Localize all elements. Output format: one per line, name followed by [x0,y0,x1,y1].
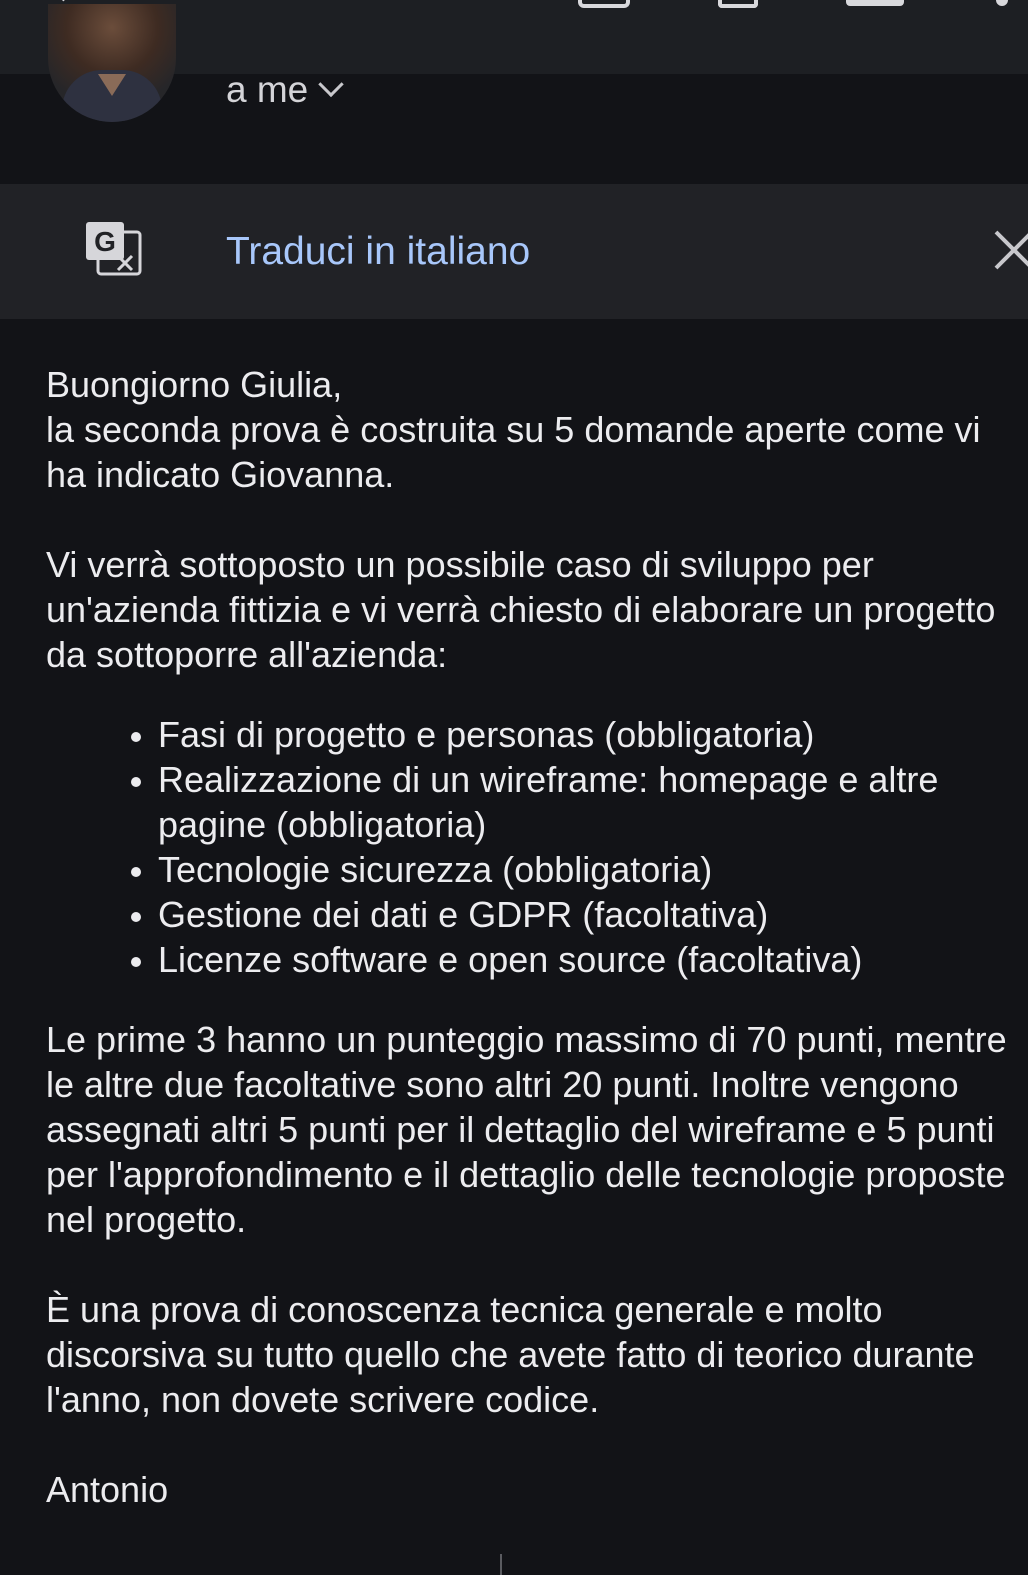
translate-link[interactable]: Traduci in italiano [226,230,530,274]
mark-unread-icon[interactable] [846,0,904,6]
delete-icon[interactable] [718,0,758,8]
question-list: Fasi di progetto e personas (obbligatori… [46,712,1016,982]
list-item: Licenze software e open source (facoltat… [131,937,1016,982]
sender-row: a me [0,4,1028,184]
svg-text:G: G [94,226,116,257]
message-body: Buongiorno Giulia, la seconda prova è co… [46,362,1016,1557]
list-item: Tecnologie sicurezza (obbligatoria) [131,847,1016,892]
greeting: Buongiorno Giulia, [46,364,343,405]
more-icon[interactable] [996,0,1008,8]
signature: Antonio [46,1469,169,1510]
google-translate-icon: G [86,222,142,276]
close-icon[interactable] [994,230,1028,270]
paragraph-2: Le prime 3 hanno un punteggio massimo di… [46,1019,1007,1240]
avatar[interactable] [48,4,176,122]
paragraph-1: Vi verrà sottoposto un possibile caso di… [46,544,996,675]
translate-bar: G Traduci in italiano [0,184,1028,319]
recipient-toggle[interactable]: a me [226,69,344,111]
archive-icon[interactable] [578,0,630,8]
list-item: Realizzazione di un wireframe: homepage … [131,757,1016,847]
list-item: Gestione dei dati e GDPR (facoltativa) [131,892,1016,937]
recipient-label: a me [226,69,309,110]
paragraph-3: È una prova di conoscenza tecnica genera… [46,1289,975,1420]
intro-paragraph: la seconda prova è costruita su 5 domand… [46,409,981,495]
scroll-indicator [500,1554,502,1575]
chevron-down-icon [318,71,344,98]
list-item: Fasi di progetto e personas (obbligatori… [131,712,1016,757]
